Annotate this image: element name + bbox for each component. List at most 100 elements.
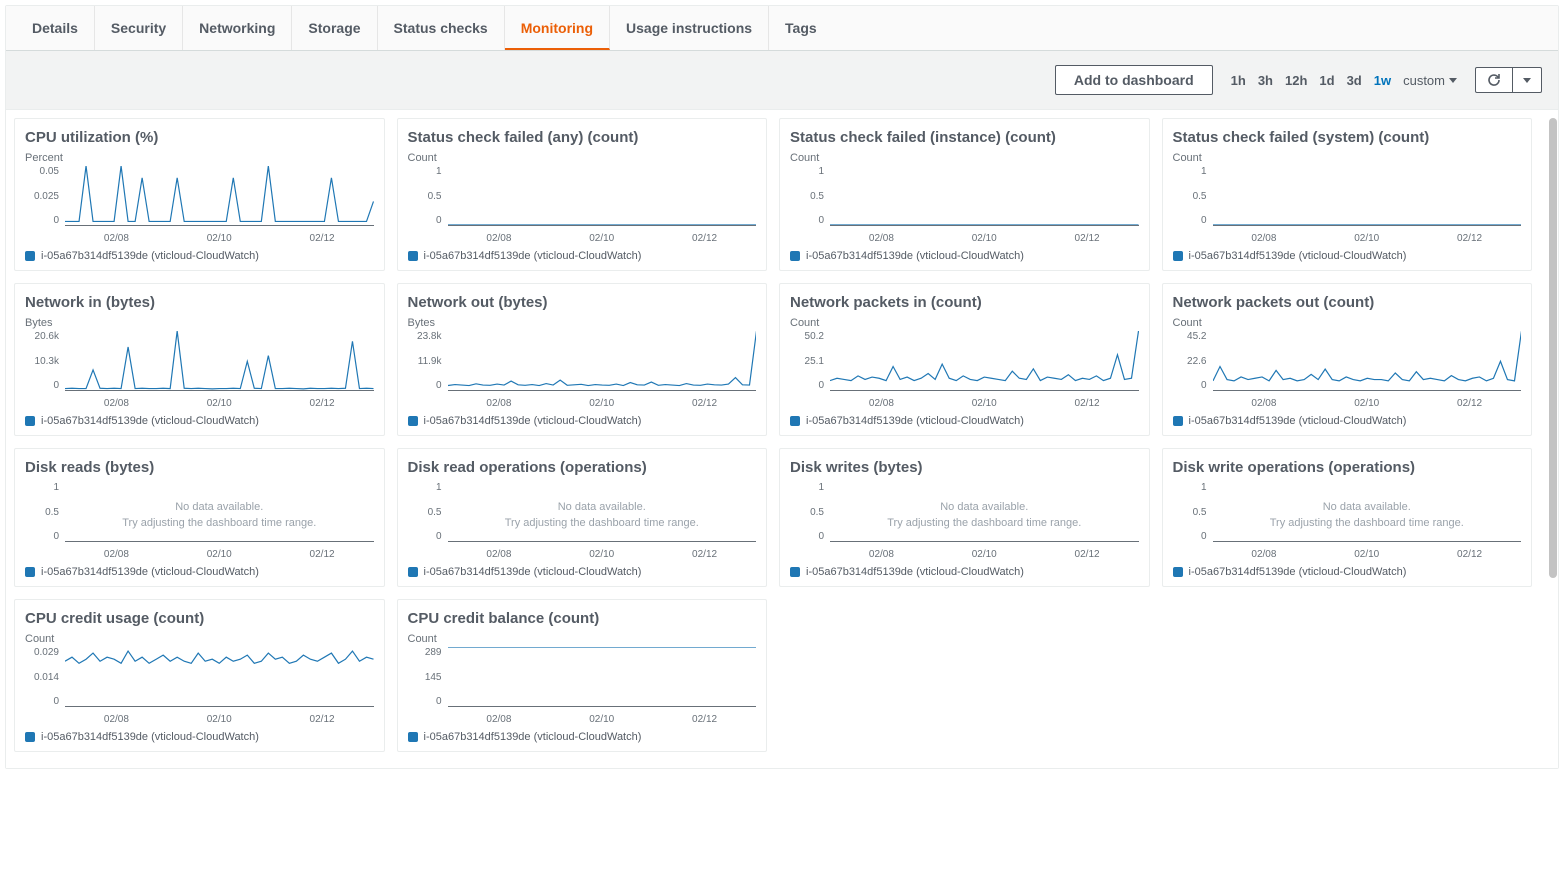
scrollbar[interactable] [1549, 118, 1557, 578]
y-axis-ticks: 10.50 [1173, 482, 1207, 542]
refresh-button[interactable] [1475, 67, 1513, 93]
x-axis-ticks: 02/0802/1002/12 [65, 398, 374, 409]
time-range-3d[interactable]: 3d [1347, 73, 1362, 88]
plot-body [65, 331, 374, 391]
x-axis-ticks: 02/0802/1002/12 [448, 714, 757, 725]
add-to-dashboard-button[interactable]: Add to dashboard [1055, 65, 1213, 95]
chart-title: Network packets out (count) [1173, 294, 1522, 311]
chart-plot[interactable]: 10.5002/0802/1002/12 [408, 166, 757, 244]
plot-body [1213, 331, 1522, 391]
time-range-1h[interactable]: 1h [1231, 73, 1246, 88]
chart-unit: Count [790, 317, 1139, 329]
legend-label: i-05a67b314df5139de (vticloud-CloudWatch… [806, 566, 1024, 578]
chart-plot[interactable]: 10.5002/0802/1002/12 [1173, 166, 1522, 244]
legend-label: i-05a67b314df5139de (vticloud-CloudWatch… [424, 415, 642, 427]
chart-unit: Count [25, 633, 374, 645]
chart-title: Network packets in (count) [790, 294, 1139, 311]
chart-card-1: Status check failed (any) (count)Count10… [397, 118, 768, 271]
chart-menu-button[interactable] [1513, 67, 1542, 93]
y-axis-ticks: 10.50 [790, 166, 824, 226]
chart-title: CPU credit usage (count) [25, 610, 374, 627]
plot-body [830, 166, 1139, 226]
chart-plot[interactable]: 10.50No data available.Try adjusting the… [1173, 482, 1522, 560]
chart-legend: i-05a67b314df5139de (vticloud-CloudWatch… [408, 566, 757, 578]
x-axis-ticks: 02/0802/1002/12 [1213, 233, 1522, 244]
y-axis-ticks: 23.8k11.9k0 [408, 331, 442, 391]
chart-unit: Count [790, 152, 1139, 164]
tab-networking[interactable]: Networking [183, 6, 292, 50]
legend-swatch [408, 416, 418, 426]
chart-plot[interactable]: 10.50No data available.Try adjusting the… [25, 482, 374, 560]
x-axis-ticks: 02/0802/1002/12 [65, 714, 374, 725]
legend-label: i-05a67b314df5139de (vticloud-CloudWatch… [1189, 250, 1407, 262]
legend-swatch [1173, 567, 1183, 577]
y-axis-ticks: 20.6k10.3k0 [25, 331, 59, 391]
legend-swatch [25, 732, 35, 742]
legend-swatch [408, 567, 418, 577]
plot-body [1213, 166, 1522, 226]
chart-card-10: Disk writes (bytes) 10.50No data availabl… [779, 448, 1150, 587]
chart-plot[interactable]: 2891450 02/0802/1002/12 [408, 647, 757, 725]
chart-plot[interactable]: 0.0290.014002/0802/1002/12 [25, 647, 374, 725]
chart-card-11: Disk write operations (operations) 10.50N… [1162, 448, 1533, 587]
chart-legend: i-05a67b314df5139de (vticloud-CloudWatch… [790, 415, 1139, 427]
tab-usage-instructions[interactable]: Usage instructions [610, 6, 769, 50]
charts-area: CPU utilization (%)Percent0.050.025002/0… [6, 110, 1558, 768]
chart-unit: Bytes [408, 317, 757, 329]
chart-plot[interactable]: 45.222.60 02/0802/1002/12 [1173, 331, 1522, 409]
tab-details[interactable]: Details [16, 6, 95, 50]
legend-swatch [790, 251, 800, 261]
legend-label: i-05a67b314df5139de (vticloud-CloudWatch… [424, 566, 642, 578]
time-range-12h[interactable]: 12h [1285, 73, 1307, 88]
legend-swatch [25, 567, 35, 577]
no-data-message: No data available.Try adjusting the dash… [448, 488, 757, 542]
chart-plot[interactable]: 10.50No data available.Try adjusting the… [790, 482, 1139, 560]
plot-body [65, 647, 374, 707]
chart-title: Disk reads (bytes) [25, 459, 374, 476]
legend-label: i-05a67b314df5139de (vticloud-CloudWatch… [806, 415, 1024, 427]
legend-swatch [408, 732, 418, 742]
chart-title: Disk read operations (operations) [408, 459, 757, 476]
chart-card-8: Disk reads (bytes) 10.50No data available… [14, 448, 385, 587]
x-axis-ticks: 02/0802/1002/12 [1213, 549, 1522, 560]
chart-title: Disk write operations (operations) [1173, 459, 1522, 476]
time-range-1w[interactable]: 1w [1374, 73, 1391, 88]
y-axis-ticks: 2891450 [408, 647, 442, 707]
x-axis-ticks: 02/0802/1002/12 [448, 398, 757, 409]
chart-card-2: Status check failed (instance) (count)Co… [779, 118, 1150, 271]
chart-legend: i-05a67b314df5139de (vticloud-CloudWatch… [1173, 415, 1522, 427]
chart-card-9: Disk read operations (operations) 10.50No… [397, 448, 768, 587]
chart-card-4: Network in (bytes)Bytes20.6k10.3k002/080… [14, 283, 385, 436]
y-axis-ticks: 45.222.60 [1173, 331, 1207, 391]
chart-legend: i-05a67b314df5139de (vticloud-CloudWatch… [25, 731, 374, 743]
time-range-custom[interactable]: custom [1403, 73, 1457, 88]
no-data-message: No data available.Try adjusting the dash… [65, 488, 374, 542]
chart-plot[interactable]: 50.225.1002/0802/1002/12 [790, 331, 1139, 409]
legend-label: i-05a67b314df5139de (vticloud-CloudWatch… [41, 566, 259, 578]
time-range-1d[interactable]: 1d [1319, 73, 1334, 88]
tab-storage[interactable]: Storage [292, 6, 377, 50]
chart-plot[interactable]: 0.050.025002/0802/1002/12 [25, 166, 374, 244]
chart-plot[interactable]: 23.8k11.9k0 02/0802/1002/12 [408, 331, 757, 409]
time-range-3h[interactable]: 3h [1258, 73, 1273, 88]
chevron-down-icon [1449, 78, 1457, 83]
tab-tags[interactable]: Tags [769, 6, 833, 50]
monitoring-toolbar: Add to dashboard 1h 3h 12h 1d 3d 1w custom [6, 51, 1558, 110]
chart-plot[interactable]: 20.6k10.3k0 02/0802/1002/12 [25, 331, 374, 409]
chart-legend: i-05a67b314df5139de (vticloud-CloudWatch… [1173, 566, 1522, 578]
chart-plot[interactable]: 10.50No data available.Try adjusting the… [408, 482, 757, 560]
chart-plot[interactable]: 10.5002/0802/1002/12 [790, 166, 1139, 244]
chart-unit: Bytes [25, 317, 374, 329]
refresh-icon [1486, 72, 1502, 88]
tab-status-checks[interactable]: Status checks [378, 6, 505, 50]
x-axis-ticks: 02/0802/1002/12 [1213, 398, 1522, 409]
legend-swatch [25, 251, 35, 261]
legend-swatch [1173, 251, 1183, 261]
tab-security[interactable]: Security [95, 6, 183, 50]
legend-swatch [790, 416, 800, 426]
tab-monitoring[interactable]: Monitoring [505, 6, 610, 50]
chart-title: Status check failed (any) (count) [408, 129, 757, 146]
chart-legend: i-05a67b314df5139de (vticloud-CloudWatch… [408, 731, 757, 743]
chart-title: Disk writes (bytes) [790, 459, 1139, 476]
chart-legend: i-05a67b314df5139de (vticloud-CloudWatch… [25, 566, 374, 578]
